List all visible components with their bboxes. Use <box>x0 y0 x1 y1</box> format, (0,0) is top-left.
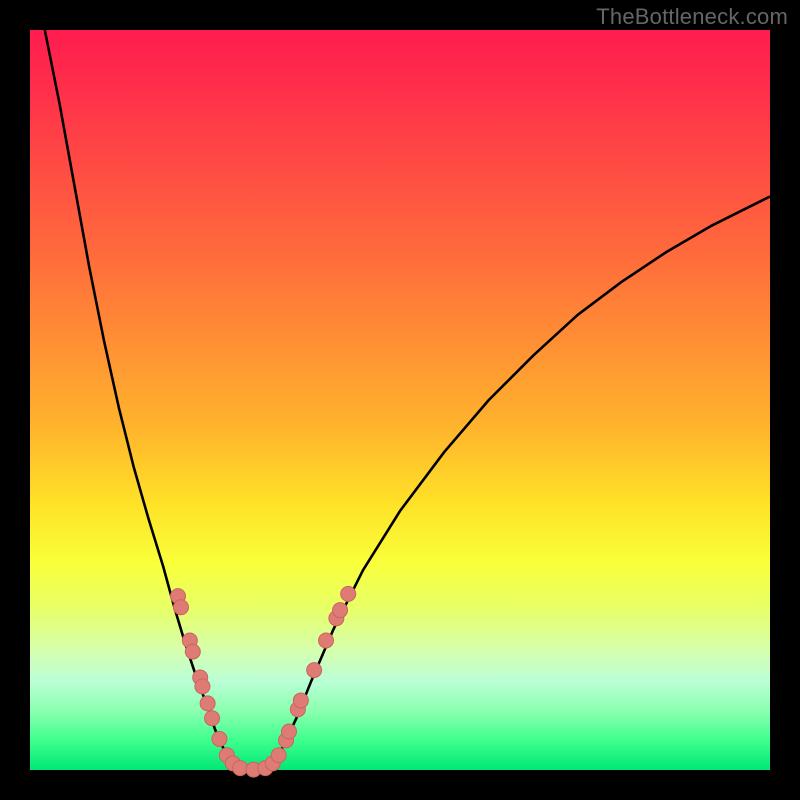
curve-marker <box>212 731 227 746</box>
curve-marker <box>293 693 308 708</box>
curve-marker <box>282 724 297 739</box>
curve-marker <box>173 600 188 615</box>
plot-area <box>30 30 770 770</box>
curve-marker <box>233 761 248 776</box>
curve-marker <box>200 696 215 711</box>
curve-marker <box>341 586 356 601</box>
curve-marker <box>271 748 286 763</box>
bottleneck-curve-svg <box>30 30 770 770</box>
curve-marker <box>185 644 200 659</box>
chart-frame: TheBottleneck.com <box>0 0 800 800</box>
curve-marker <box>195 679 210 694</box>
watermark-text: TheBottleneck.com <box>596 4 788 30</box>
curve-marker <box>333 603 348 618</box>
bottleneck-curve <box>45 30 770 770</box>
curve-marker <box>319 633 334 648</box>
curve-marker-group <box>171 586 356 777</box>
curve-marker <box>307 663 322 678</box>
curve-marker <box>205 711 220 726</box>
